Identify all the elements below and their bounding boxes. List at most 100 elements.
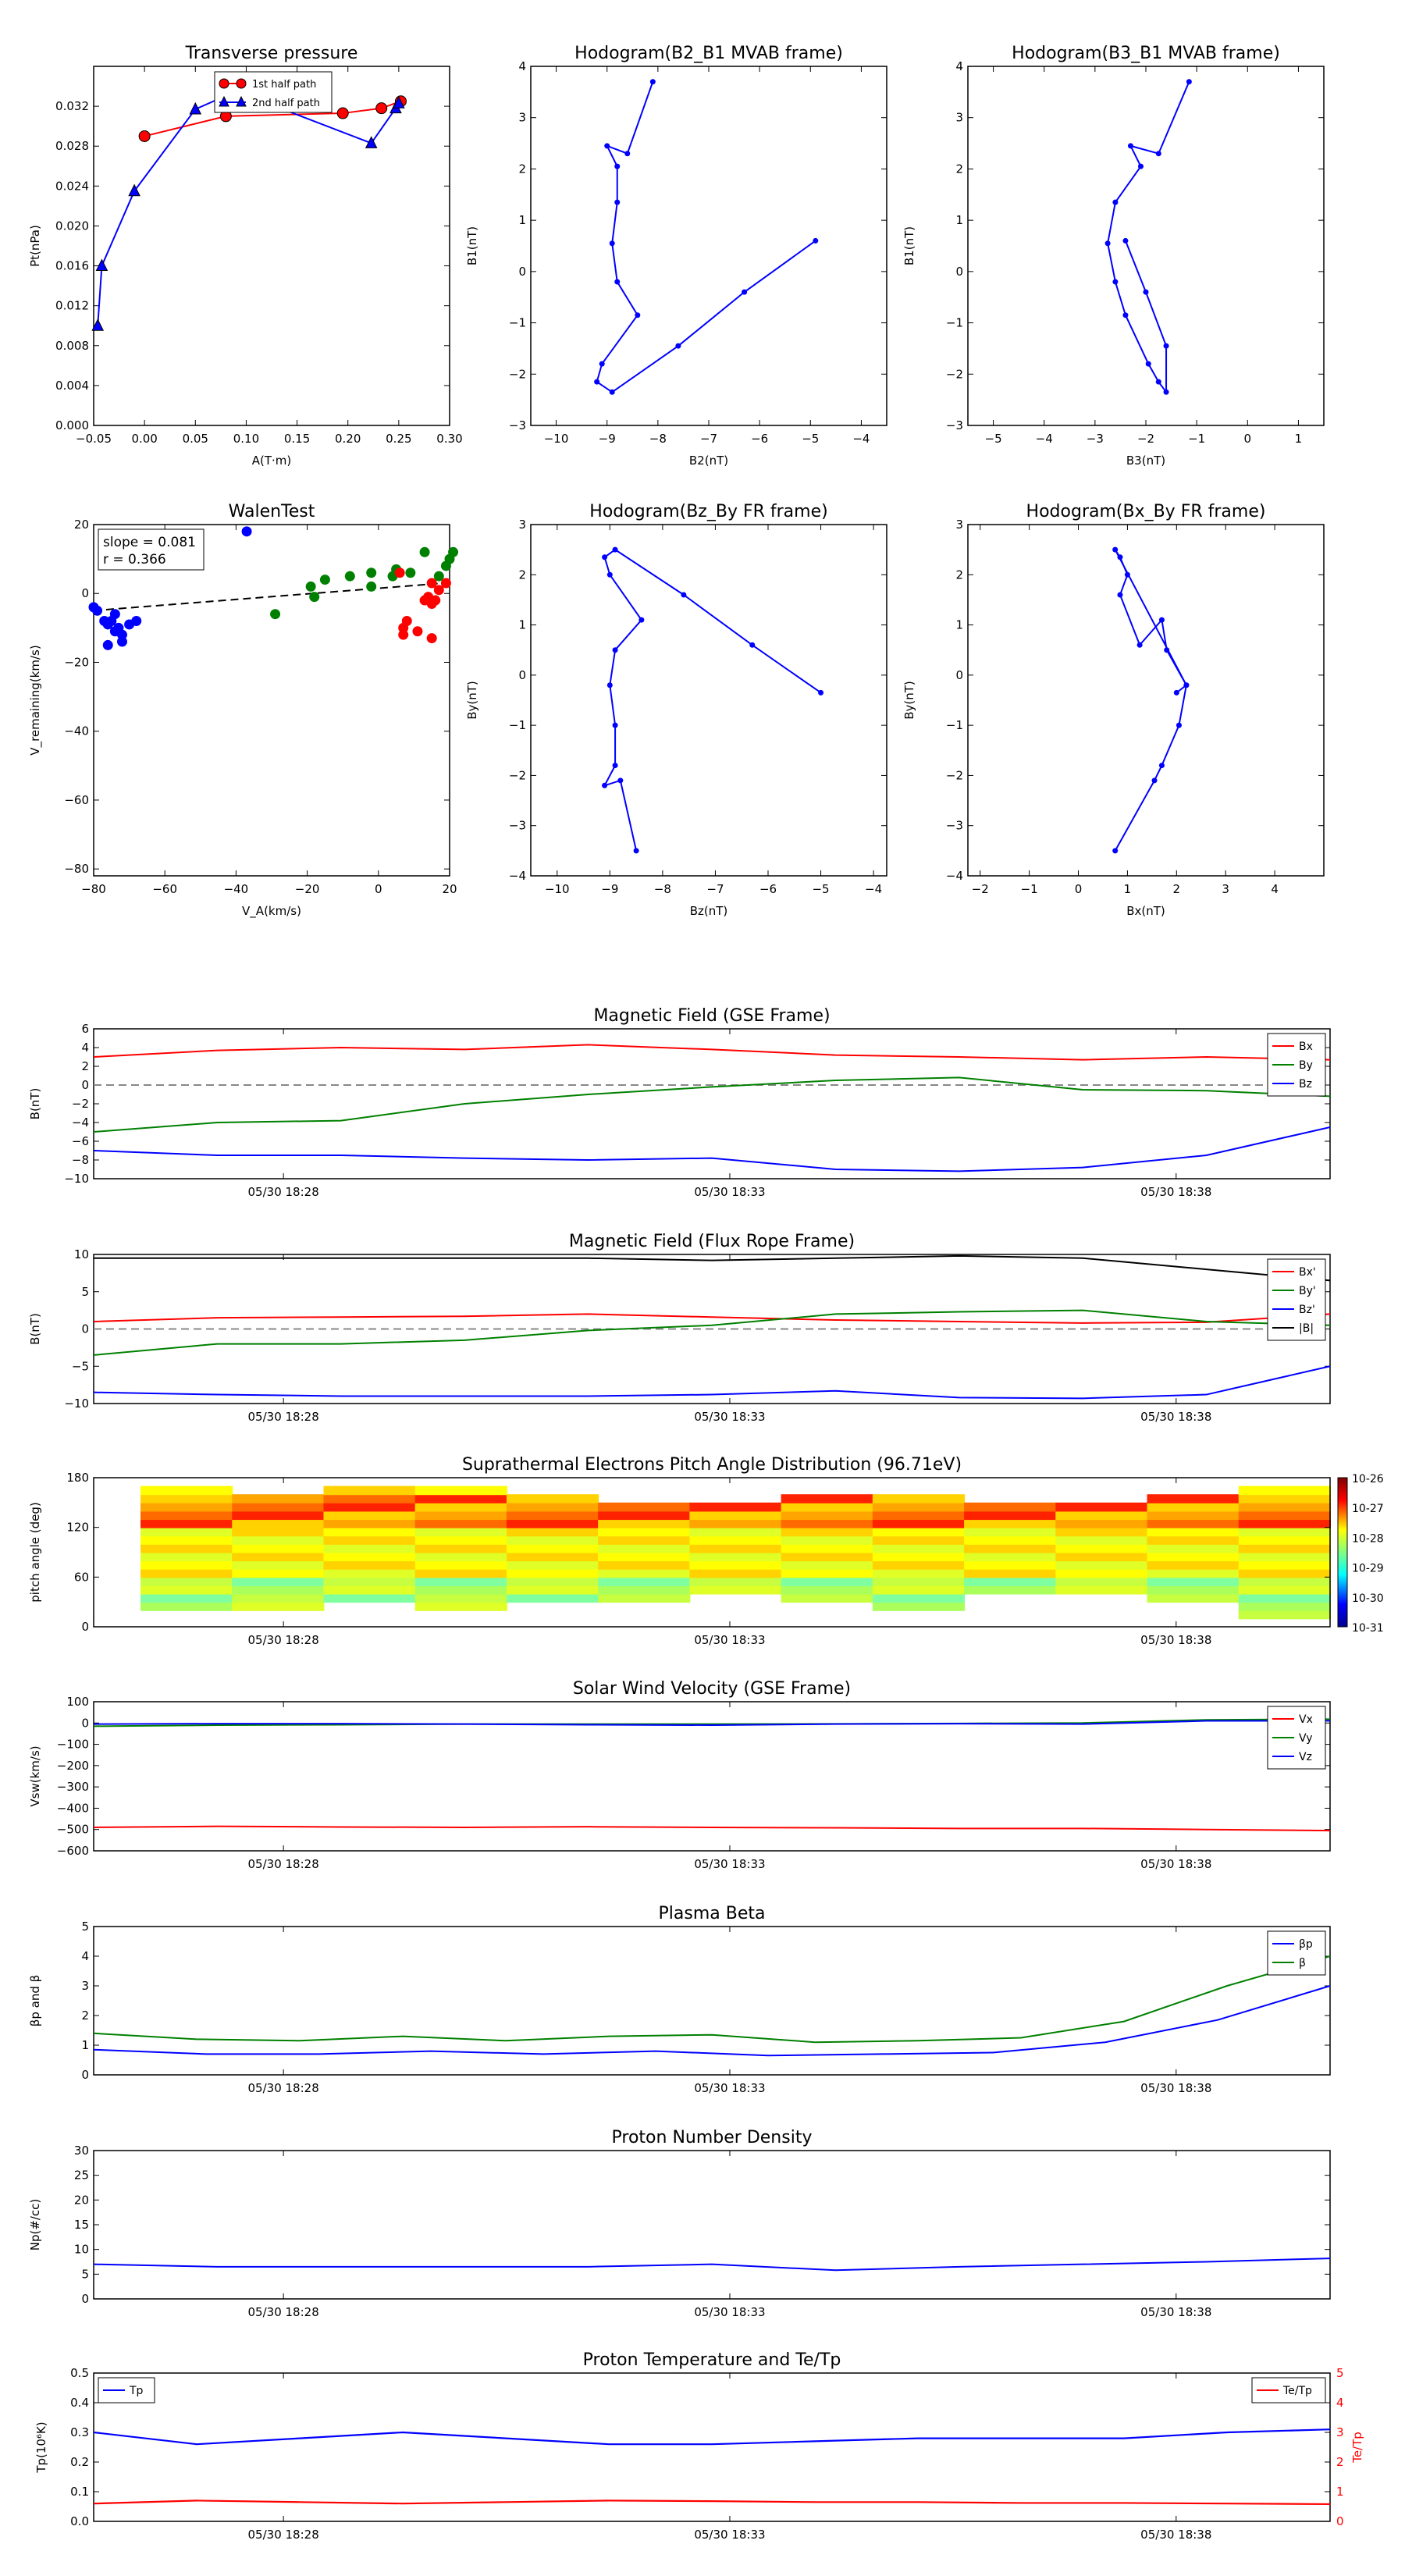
heatmap-cell [232,1577,325,1586]
y-axis-label: By(nT) [465,681,479,720]
data-point [606,571,613,578]
heatmap-cell [872,1577,966,1586]
legend-entry: Vx [1299,1713,1313,1726]
data-point [1158,763,1165,769]
heatmap-cell [414,1560,507,1570]
data-point [609,240,615,247]
x-tick-label: −1 [1021,882,1038,896]
heatmap-cell [781,1560,873,1570]
x-axis-label: Bz(nT) [690,904,728,918]
series-line [93,1955,1331,2044]
heatmap-cell [1055,1510,1148,1521]
legend-entry: 1st half path [252,79,316,91]
heatmap-cell [1238,1577,1331,1586]
heatmap-cell [140,1593,233,1603]
heatmap-cell [1147,1577,1240,1586]
legend-entry: Bz' [1299,1304,1315,1316]
heatmap-cell [1147,1593,1240,1603]
x-tick-label: 4 [1271,882,1279,896]
heatmap-cell [323,1577,416,1586]
legend-entry: Vy [1299,1732,1313,1745]
x-tick-label: 05/30 18:38 [1140,1857,1211,1871]
x-tick-label: −60 [152,882,177,896]
x-axis-label: B3(nT) [1126,454,1165,468]
heatmap-cell [598,1535,691,1545]
x-tick-label: 05/30 18:33 [694,1185,765,1199]
heatmap-cell [1147,1552,1240,1562]
heatmap-cell [414,1602,507,1611]
legend-entry: 2nd half path [252,98,320,109]
legend-entry: Bz [1299,1078,1312,1091]
chart-title: Solar Wind Velocity (GSE Frame) [573,1679,851,1699]
x-tick-label: 05/30 18:28 [248,1633,319,1647]
x-tick-label: −8 [654,882,671,896]
heatmap-cell [140,1543,233,1553]
heatmap-cell [414,1494,507,1503]
y-tick-label: −2 [946,768,963,782]
y-tick-label: −4 [72,1115,89,1130]
y-tick-label: 4 [81,1949,89,1963]
y-axis-label: βp and β [28,1975,42,2026]
x-tick-label: 20 [442,882,457,896]
heatmap-cell [414,1519,507,1528]
x-tick-label: −0.05 [76,432,112,446]
x-tick-label: −2 [972,882,989,896]
data-point [375,102,388,115]
x-tick-label: −10 [545,882,570,896]
data-point [612,546,618,553]
x-tick-label: −4 [852,432,870,446]
heatmap-cell [1055,1577,1148,1586]
x-tick-label: 3 [1222,882,1229,896]
data-point [649,79,656,85]
heatmap-cell [506,1560,599,1570]
y-tick-label: −20 [64,655,89,669]
heatmap-cell [140,1502,233,1512]
y-tick-label: 0.008 [55,339,89,353]
heatmap-cell [598,1568,691,1578]
x-tick-label: 05/30 18:33 [694,1410,765,1424]
heatmap-cell [1238,1552,1331,1562]
data-point [1163,389,1169,395]
heatmap-cell [964,1585,1057,1595]
heatmap-cell [689,1519,782,1528]
heatmap-cell [323,1552,416,1562]
data-point [602,554,608,560]
heatmap-cell [323,1568,416,1578]
heatmap-cell [872,1585,966,1595]
heatmap-cell [1055,1527,1148,1537]
y-axis-label: pitch angle (deg) [28,1502,42,1602]
heatmap-cell [1055,1560,1148,1570]
data-point [1104,240,1111,247]
plot-frame [93,1028,1331,1179]
y-tick-label: 0.032 [55,99,89,113]
heatmap-cell [232,1552,325,1562]
x-tick-label: −7 [706,882,724,896]
y-tick-label: 0.004 [55,379,89,393]
x-tick-label: −5 [812,882,829,896]
y-tick-label: 0.028 [55,139,89,153]
y-tick-label: −4 [946,869,963,883]
y-tick-label: 0 [81,2292,89,2306]
x-tick-label: −5 [802,432,819,446]
heatmap-cell [781,1527,873,1537]
y-tick-label-right: 5 [1336,2366,1344,2380]
heatmap-cell [414,1552,507,1562]
scatter-point [405,568,416,578]
y-tick-label: 0 [518,668,526,682]
heatmap-cell [781,1502,873,1512]
data-point [681,592,687,598]
heatmap-cell [140,1527,233,1537]
heatmap-cell [781,1510,873,1521]
heatmap-cell [506,1552,599,1562]
heatmap-cell [506,1543,599,1553]
heatmap-cell [872,1593,966,1603]
x-tick-label: 05/30 18:28 [248,1857,319,1871]
heatmap-cell [598,1527,691,1537]
heatmap-cell [232,1593,325,1603]
x-tick-label: −40 [224,882,249,896]
heatmap-cell [598,1552,691,1562]
scatter-point [109,609,120,620]
y-tick-label: −2 [509,367,526,381]
y-tick-label: 25 [74,2169,89,2183]
heatmap-cell [1055,1585,1148,1595]
